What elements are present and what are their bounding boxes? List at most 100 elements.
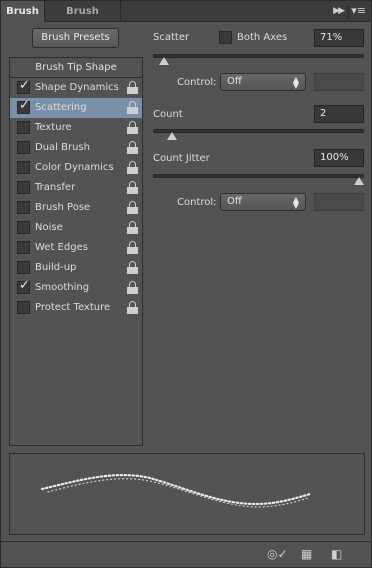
double-arrow-icon[interactable]: ▶▶ [333,6,345,16]
lock-body [127,247,138,254]
lock-icon[interactable] [127,141,139,155]
option-checkbox[interactable]: ✓ [17,98,30,114]
panel-menu-icon[interactable]: ▾≡ [351,4,366,17]
lock-body [127,87,138,94]
list-item-label: Texture [35,122,72,133]
lock-icon[interactable] [127,221,139,235]
list-item-label: Protect Texture [35,302,111,313]
lock-icon[interactable] [127,301,139,315]
lock-body [127,307,138,314]
lock-icon[interactable] [127,121,139,135]
scatter-label: Scatter [153,32,190,43]
brush-presets-button[interactable]: Brush Presets [32,28,119,48]
option-checkbox[interactable]: ✓ [17,78,30,94]
panel-footer: ◎✓ ▦ ◧ [1,541,371,567]
control-select-1[interactable]: Off ▲ ▼ [220,73,306,91]
control-label-2: Control: [177,197,217,208]
lock-body [127,167,138,174]
lock-icon[interactable] [127,241,139,255]
tab-brush-presets[interactable]: Brush Presets [45,1,121,38]
list-item[interactable]: Noise [10,218,142,238]
list-item-label: Smoothing [35,282,90,293]
option-checkbox[interactable] [17,201,30,214]
lock-icon[interactable] [127,181,139,195]
brush-tip-shape-heading[interactable]: Brush Tip Shape [10,58,142,78]
lock-body [127,147,138,154]
count-slider-track[interactable] [153,129,364,133]
list-item[interactable]: Build-up [10,258,142,278]
count-value-field[interactable]: 2 [314,105,364,123]
both-axes-label: Both Axes [237,32,288,43]
list-item-label: Shape Dynamics [35,82,119,93]
control-1-extra-field [314,73,364,91]
lock-icon[interactable] [127,201,139,215]
list-item-label: Transfer [35,182,76,193]
count-label: Count [153,109,183,120]
count-jitter-slider-track[interactable] [153,174,364,178]
list-item-label: Build-up [35,262,77,273]
option-checkbox[interactable] [17,181,30,194]
chevron-down-icon: ▼ [292,81,299,90]
lock-icon[interactable] [127,281,139,295]
control-select-1-value: Off [227,76,242,87]
count-jitter-slider-thumb[interactable] [354,177,364,185]
option-checkbox[interactable] [17,161,30,174]
lock-body [127,107,138,114]
lock-body [127,127,138,134]
both-axes-checkbox[interactable] [219,31,232,44]
option-checkbox[interactable] [17,301,30,314]
list-item[interactable]: Color Dynamics [10,158,142,178]
option-checkbox[interactable] [17,121,30,134]
list-item[interactable]: Texture [10,118,142,138]
option-checkbox[interactable] [17,261,30,274]
scatter-slider-thumb[interactable] [159,57,170,65]
lock-body [127,267,138,274]
option-checkbox[interactable]: ✓ [17,278,30,294]
lock-icon[interactable] [127,161,139,175]
list-item[interactable]: ✓ Smoothing [10,278,142,298]
count-slider-thumb[interactable] [167,132,178,140]
option-checkbox[interactable] [17,241,30,254]
scatter-slider-track[interactable] [153,54,364,58]
grid-icon[interactable]: ▦ [301,547,312,561]
list-item[interactable]: Wet Edges [10,238,142,258]
tab-separator [348,5,349,18]
checkmark-icon: ✓ [19,78,30,93]
chevron-down-icon: ▼ [292,201,299,210]
scatter-value-field[interactable]: 71% [314,29,364,47]
lock-body [127,287,138,294]
list-item[interactable]: Dual Brush [10,138,142,158]
list-item[interactable]: ✓ Scattering [10,98,142,118]
option-checkbox[interactable] [17,141,30,154]
brush-settings-list: Brush Tip Shape ✓ Shape Dynamics ✓ Scatteri… [9,57,143,446]
control-label-1: Control: [177,77,217,88]
lock-body [127,187,138,194]
brush-stroke-preview [9,453,365,535]
count-jitter-value-field[interactable]: 100% [314,149,364,167]
list-item-label: Dual Brush [35,142,90,153]
control-select-2-value: Off [227,196,242,207]
lock-body [127,227,138,234]
list-item-label: Brush Pose [35,202,91,213]
option-checkbox[interactable] [17,221,30,234]
tab-brush[interactable]: Brush [1,1,45,22]
lock-icon[interactable] [127,81,139,95]
list-item-label: Scattering [35,102,87,113]
brush-panel: Brush Brush Presets ▶▶ ▾≡ Brush Presets … [0,0,372,568]
lock-body [127,207,138,214]
list-item-label: Wet Edges [35,242,88,253]
list-item-label: Color Dynamics [35,162,114,173]
control-select-2[interactable]: Off ▲ ▼ [220,193,306,211]
brush-stroke-preview-graphic [40,473,312,508]
list-item[interactable]: Transfer [10,178,142,198]
control-2-extra-field [314,193,364,211]
list-item[interactable]: Protect Texture [10,298,142,318]
list-item[interactable]: ✓ Shape Dynamics [10,78,142,98]
checkmark-icon: ✓ [19,278,30,293]
new-preset-icon[interactable]: ◧ [331,547,342,561]
brush-toggle-icon[interactable]: ◎✓ [267,547,288,561]
lock-icon[interactable] [127,101,139,115]
list-item[interactable]: Brush Pose [10,198,142,218]
list-item-label: Noise [35,222,63,233]
lock-icon[interactable] [127,261,139,275]
